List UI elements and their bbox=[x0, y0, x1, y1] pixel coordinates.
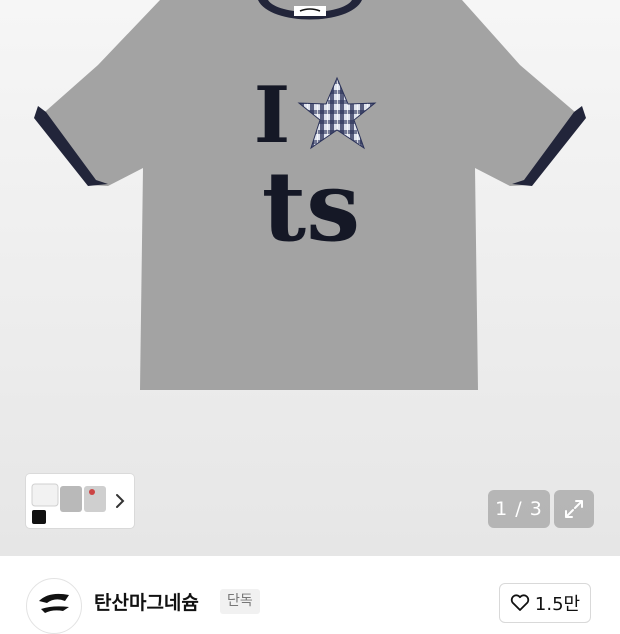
product-image-hero[interactable]: I ts 1 / 3 bbox=[0, 0, 620, 556]
brand-logo-mark bbox=[39, 593, 69, 613]
page-indicator-label: 1 / 3 bbox=[495, 498, 543, 520]
thumbnail-images[interactable] bbox=[30, 476, 110, 526]
like-button[interactable]: 1.5만 bbox=[499, 583, 591, 623]
expand-button[interactable] bbox=[554, 490, 594, 528]
neck-label bbox=[294, 6, 326, 16]
graphic-ts: ts bbox=[262, 150, 360, 263]
brand-name[interactable]: 탄산마그네슘 bbox=[94, 588, 199, 615]
like-count: 1.5만 bbox=[534, 594, 581, 615]
chevron-right-icon[interactable] bbox=[114, 492, 126, 510]
heart-icon bbox=[510, 594, 530, 611]
exclusive-badge: 단독 bbox=[220, 589, 260, 614]
expand-icon bbox=[565, 500, 583, 518]
brand-logo[interactable] bbox=[26, 578, 82, 634]
graphic-letter-i: I bbox=[254, 70, 291, 161]
page-indicator: 1 / 3 bbox=[488, 490, 550, 528]
thumbnail-strip[interactable] bbox=[26, 474, 134, 528]
product-image: I ts bbox=[34, 0, 586, 390]
